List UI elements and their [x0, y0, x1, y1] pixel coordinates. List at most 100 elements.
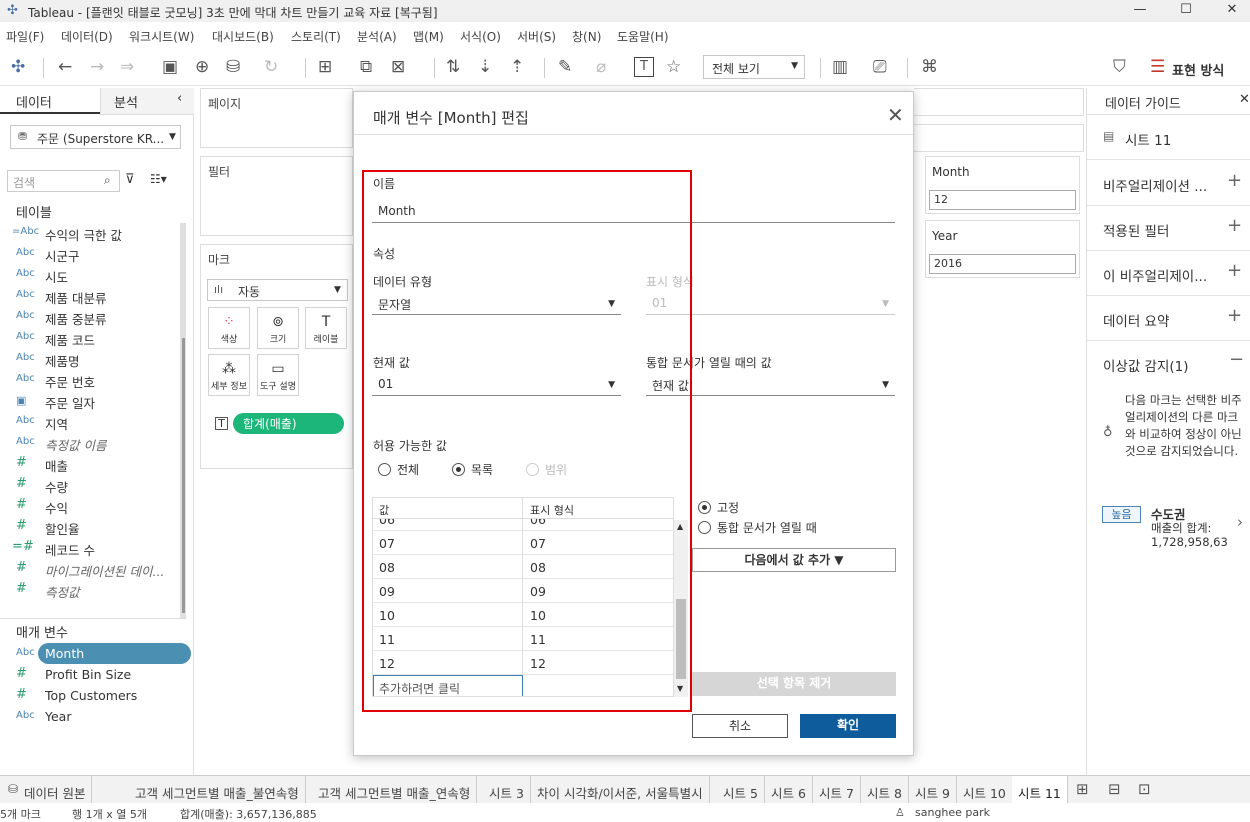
tab-sheet[interactable]: 고객 세그먼트별 매출_불연속형 [129, 776, 306, 804]
tab-sheet[interactable]: 시트 7 [813, 776, 861, 804]
field-item[interactable]: # 매출 [0, 454, 185, 474]
replay-icon[interactable]: ⇒ [120, 58, 134, 76]
new-datasource-icon[interactable]: ⊕ [195, 58, 209, 76]
parameter-item[interactable]: # Top Customers [0, 686, 185, 706]
tab-sheet[interactable]: 시트 5 [717, 776, 765, 804]
new-worksheet-icon[interactable]: ⊞ [318, 58, 332, 76]
save-icon[interactable]: ▣ [162, 58, 178, 76]
close-icon[interactable]: ✕ [1239, 92, 1250, 107]
menu-data[interactable]: 데이터(D) [61, 28, 113, 45]
tab-data[interactable]: 데이터 [16, 92, 52, 111]
remove-selected-button[interactable]: 선택 항목 제거 [692, 672, 896, 696]
minus-icon[interactable]: − [1229, 349, 1244, 370]
filter-icon[interactable]: ⊽ [125, 172, 135, 187]
tooltip-button[interactable]: ▭ 도구 설명 [257, 354, 299, 396]
guide-data-summary[interactable]: 데이터 요약 + [1087, 296, 1250, 341]
field-item[interactable]: Abc 제품명 [0, 349, 185, 369]
parameter-item[interactable]: Abc Year [0, 707, 185, 727]
menu-dashboard[interactable]: 대시보드(B) [212, 28, 274, 45]
tableau-home-icon[interactable]: ✣ [11, 58, 25, 76]
label-button[interactable]: T 레이블 [305, 307, 347, 349]
new-story-icon[interactable]: ⊡ [1138, 780, 1151, 798]
tab-sheet[interactable]: 시트 3 [483, 776, 531, 804]
field-item[interactable]: Abc 시도 [0, 265, 185, 285]
redo-icon[interactable]: → [90, 58, 104, 76]
format-painter-icon[interactable]: ⛉ [1113, 58, 1126, 76]
minimize-icon[interactable]: — [1130, 2, 1150, 20]
field-item[interactable]: =# 레코드 수 [0, 538, 185, 558]
tab-sheet[interactable]: 시트 10 [957, 776, 1013, 804]
parameter-item[interactable]: Abc Month [0, 644, 185, 664]
tab-sheet[interactable]: 차이 시각화/이서준, 서울특별시 [531, 776, 710, 804]
show-labels-icon[interactable]: T [634, 57, 654, 77]
collapse-icon[interactable]: ‹ [177, 91, 182, 106]
tab-sheet[interactable]: 고객 세그먼트별 매출_연속형 [312, 776, 478, 804]
cancel-button[interactable]: 취소 [692, 714, 788, 738]
group-icon[interactable]: ⌀ [596, 58, 606, 76]
param-month-input[interactable]: 12 [929, 190, 1076, 210]
chevron-right-icon[interactable]: › [1237, 513, 1243, 531]
menu-map[interactable]: 맵(M) [413, 28, 444, 45]
view-select[interactable]: 전체 보기 ▼ [703, 55, 805, 79]
radio-fixed[interactable]: 고정 [698, 499, 739, 516]
menu-window[interactable]: 창(N) [572, 28, 601, 45]
maximize-icon[interactable]: ☐ [1176, 2, 1196, 20]
tab-sheet-active[interactable]: 시트 11 [1012, 776, 1068, 804]
field-item[interactable]: Abc 주문 번호 [0, 370, 185, 390]
datasource-select[interactable]: ⛃ 주문 (Superstore KR... ▼ [10, 125, 181, 149]
pages-shelf[interactable]: 페이지 [200, 88, 353, 148]
sum-sales-pill[interactable]: 합계(매출) [233, 413, 344, 434]
sort-asc-icon[interactable]: ⇣ [478, 58, 492, 76]
field-item[interactable]: # 수익 [0, 496, 185, 516]
param-year-input[interactable]: 2016 [929, 254, 1076, 274]
detail-button[interactable]: ⁂ 세부 정보 [208, 354, 250, 396]
menu-worksheet[interactable]: 워크시트(W) [129, 28, 194, 45]
filters-shelf[interactable]: 필터 [200, 156, 353, 236]
new-sheet-icon[interactable]: ⊞ [1076, 780, 1089, 798]
tab-sheet[interactable]: 시트 9 [909, 776, 957, 804]
duplicate-sheet-icon[interactable]: ⧉ [360, 58, 372, 76]
field-item[interactable]: # 마이그레이션된 데이... [0, 559, 185, 579]
fix-axes-icon[interactable]: ☆ [666, 58, 681, 76]
pause-updates-icon[interactable]: ⛁ [226, 58, 240, 76]
show-cards-icon[interactable]: ▥ [832, 58, 848, 76]
field-item[interactable]: # 수량 [0, 475, 185, 495]
field-item[interactable]: Abc 제품 코드 [0, 328, 185, 348]
field-item[interactable]: Abc 측정값 이름 [0, 433, 185, 453]
clear-sheet-icon[interactable]: ⊠ [391, 58, 405, 76]
swap-icon[interactable]: ⇅ [446, 58, 460, 76]
menu-help[interactable]: 도움말(H) [617, 28, 669, 45]
share-icon[interactable]: ⌘ [921, 58, 938, 76]
new-dashboard-icon[interactable]: ⊟ [1108, 780, 1121, 798]
search-input[interactable]: 검색 ⌕ [7, 170, 120, 192]
guide-this-viz[interactable]: 이 비주얼리제이... + [1087, 251, 1250, 296]
close-window-icon[interactable]: ✕ [1222, 2, 1242, 20]
field-item[interactable]: Abc 지역 [0, 412, 185, 432]
parameter-item[interactable]: # Profit Bin Size [0, 665, 185, 685]
field-item[interactable]: =Abc 수익의 극한 값 [0, 223, 185, 243]
add-values-from-button[interactable]: 다음에서 값 추가 ▼ [692, 548, 896, 572]
mark-type-select[interactable]: ılı 자동 ▼ [207, 279, 348, 301]
field-item[interactable]: # 측정값 [0, 580, 185, 600]
field-item[interactable]: Abc 시군구 [0, 244, 185, 264]
field-item[interactable]: ▣ 주문 일자 [0, 391, 185, 411]
sort-desc-icon[interactable]: ⇡ [510, 58, 524, 76]
menu-format[interactable]: 서식(O) [460, 28, 501, 45]
menu-server[interactable]: 서버(S) [517, 28, 556, 45]
refresh-icon[interactable]: ↻ [264, 58, 278, 76]
size-button[interactable]: ⊚ 크기 [257, 307, 299, 349]
menu-file[interactable]: 파일(F) [6, 28, 44, 45]
tab-analysis[interactable]: 분석 [114, 92, 138, 111]
color-button[interactable]: ⁘ 색상 [208, 307, 250, 349]
field-item[interactable]: Abc 제품 중분류 [0, 307, 185, 327]
guide-visualization[interactable]: 비주얼리제이션 ... + [1087, 161, 1250, 206]
show-me-button[interactable]: 표현 방식 [1172, 60, 1224, 79]
ok-button[interactable]: 확인 [800, 714, 896, 738]
view-options-icon[interactable]: ☷▾ [150, 172, 167, 186]
tab-datasource[interactable]: 데이터 원본 [18, 776, 93, 804]
undo-icon[interactable]: ← [58, 58, 72, 76]
menu-analysis[interactable]: 분석(A) [357, 28, 397, 45]
field-item[interactable]: # 할인율 [0, 517, 185, 537]
menu-story[interactable]: 스토리(T) [291, 28, 341, 45]
close-icon[interactable]: ✕ [887, 103, 904, 127]
